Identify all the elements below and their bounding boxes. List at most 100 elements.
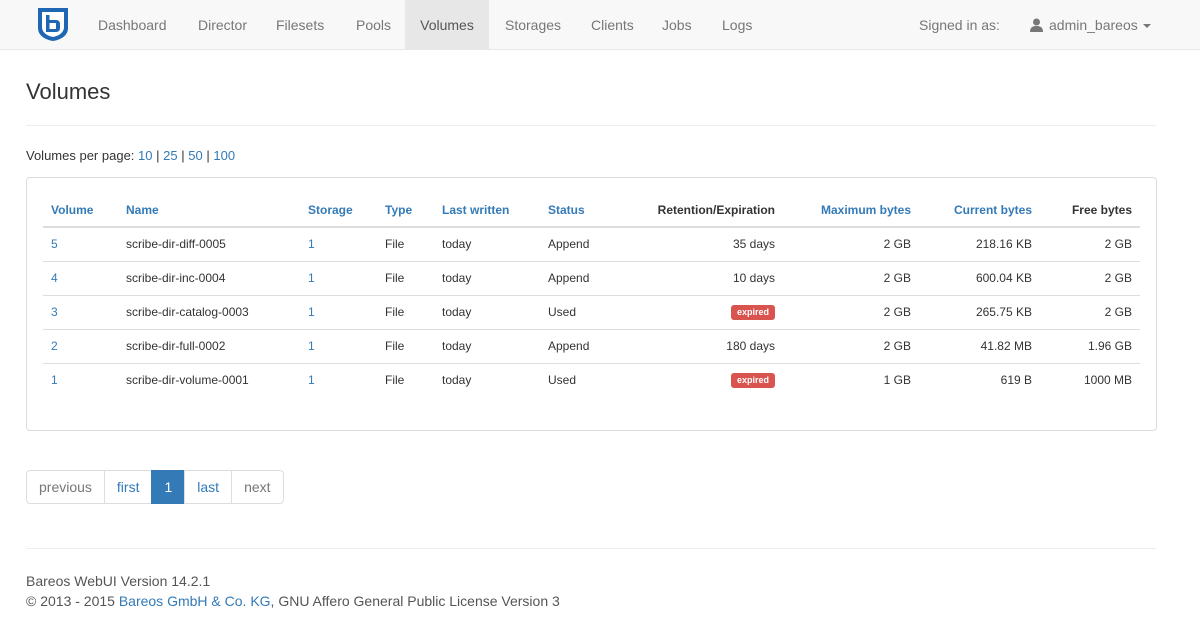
volume-type: File (377, 294, 434, 329)
nav-dashboard[interactable]: Dashboard (84, 0, 181, 50)
volume-name: scribe-dir-volume-0001 (118, 362, 300, 397)
col-type[interactable]: Type (377, 193, 434, 228)
max-bytes: 2 GB (783, 260, 919, 295)
table-row: 4 scribe-dir-inc-0004 1 File today Appen… (43, 260, 1140, 295)
last-written: today (434, 328, 540, 363)
max-bytes: 2 GB (883, 237, 911, 252)
nav-director[interactable]: Director (184, 0, 261, 50)
volume-link[interactable]: 5 (51, 237, 58, 251)
retention: expired (629, 362, 783, 397)
pagination-last[interactable]: last (184, 470, 233, 504)
volumes-table: Volume Name Storage Type Last written St… (43, 193, 1140, 397)
last-written: today (442, 237, 472, 252)
volume-link[interactable]: 2 (51, 339, 58, 353)
pagination-next[interactable]: next (231, 470, 284, 504)
volume-link[interactable]: 3 (51, 305, 58, 319)
company-link[interactable]: Bareos GmbH & Co. KG (119, 593, 271, 609)
nav-logs[interactable]: Logs (708, 0, 766, 50)
volume-type: File (377, 260, 434, 295)
per-page-50[interactable]: 50 (188, 148, 202, 163)
title-divider (26, 125, 1156, 126)
max-bytes: 1 GB (783, 362, 919, 397)
volume-status: Append (540, 328, 629, 363)
expired-badge: expired (730, 373, 775, 389)
volume-status: Append (540, 260, 629, 295)
license-text: , GNU Affero General Public License Vers… (270, 593, 560, 609)
max-bytes: 2 GB (783, 328, 919, 363)
current-bytes: 218.16 KB (975, 237, 1032, 252)
volumes-per-page: Volumes per page: 10 | 25 | 50 | 100 (26, 148, 235, 163)
last-written: today (434, 260, 540, 295)
storage-link[interactable]: 1 (308, 373, 315, 387)
nav-filesets[interactable]: Filesets (262, 0, 338, 50)
volume-status: Append (548, 237, 590, 252)
pagination-first[interactable]: first (103, 470, 153, 504)
table-row: 1 scribe-dir-volume-0001 1 File today Us… (43, 362, 1140, 397)
table-row: 5 scribe-dir-diff-0005 1 File today Appe… (43, 227, 1140, 261)
top-navbar: Dashboard Director Filesets Pools Volume… (0, 0, 1200, 50)
volume-name: scribe-dir-full-0002 (118, 328, 300, 363)
col-current-bytes[interactable]: Current bytes (919, 193, 1040, 228)
volume-status: Used (540, 294, 629, 329)
volume-name: scribe-dir-inc-0004 (118, 260, 300, 295)
free-bytes: 2 GB (1040, 260, 1140, 295)
free-bytes: 2 GB (1104, 237, 1132, 252)
separator: | (206, 148, 210, 163)
last-written: today (434, 362, 540, 397)
col-volume[interactable]: Volume (43, 193, 118, 228)
current-bytes: 600.04 KB (919, 260, 1040, 295)
col-free-bytes: Free bytes (1040, 193, 1140, 228)
col-last-written[interactable]: Last written (434, 193, 540, 228)
username: admin_bareos (1049, 17, 1138, 33)
footer: Bareos WebUI Version 14.2.1 © 2013 - 201… (26, 571, 560, 611)
col-retention: Retention/Expiration (629, 193, 783, 228)
volume-name: scribe-dir-diff-0005 (126, 237, 226, 252)
retention: 10 days (629, 260, 783, 295)
storage-link[interactable]: 1 (308, 305, 315, 319)
user-menu-dropdown[interactable]: admin_bareos (1030, 0, 1151, 50)
footer-version: Bareos WebUI Version 14.2.1 (26, 573, 211, 589)
storage-link[interactable]: 1 (308, 237, 315, 251)
pagination-previous[interactable]: previous (26, 470, 105, 504)
volume-link[interactable]: 1 (51, 373, 58, 387)
col-status[interactable]: Status (540, 193, 629, 228)
per-page-10[interactable]: 10 (138, 148, 152, 163)
nav-jobs[interactable]: Jobs (648, 0, 706, 50)
table-header-row: Volume Name Storage Type Last written St… (43, 193, 1140, 228)
table-row: 2 scribe-dir-full-0002 1 File today Appe… (43, 328, 1140, 363)
volume-type: File (377, 362, 434, 397)
volume-link[interactable]: 4 (51, 271, 58, 285)
volume-type: File (385, 237, 405, 252)
storage-link[interactable]: 1 (308, 271, 315, 285)
nav-clients[interactable]: Clients (577, 0, 648, 50)
nav-storages[interactable]: Storages (491, 0, 575, 50)
separator: | (181, 148, 185, 163)
storage-link[interactable]: 1 (308, 339, 315, 353)
current-bytes: 265.75 KB (919, 294, 1040, 329)
volume-type: File (377, 328, 434, 363)
user-icon (1030, 18, 1043, 32)
per-page-25[interactable]: 25 (163, 148, 177, 163)
col-name[interactable]: Name (118, 193, 300, 228)
free-bytes: 1.96 GB (1040, 328, 1140, 363)
bareos-logo-icon[interactable] (36, 6, 70, 42)
current-bytes: 619 B (919, 362, 1040, 397)
last-written: today (434, 294, 540, 329)
separator: | (156, 148, 160, 163)
volume-status: Used (540, 362, 629, 397)
current-bytes: 41.82 MB (919, 328, 1040, 363)
chevron-down-icon (1142, 24, 1151, 28)
nav-volumes[interactable]: Volumes (405, 0, 489, 50)
footer-copyright: © 2013 - 2015 Bareos GmbH & Co. KG, GNU … (26, 591, 560, 611)
nav-pools[interactable]: Pools (342, 0, 405, 50)
col-storage[interactable]: Storage (300, 193, 377, 228)
page-title: Volumes (26, 79, 111, 104)
footer-divider (26, 548, 1156, 549)
volume-name: scribe-dir-catalog-0003 (118, 294, 300, 329)
pagination-page-1[interactable]: 1 (151, 470, 186, 504)
per-page-label: Volumes per page: (26, 148, 135, 163)
volumes-panel: Volume Name Storage Type Last written St… (26, 177, 1157, 431)
col-maximum-bytes[interactable]: Maximum bytes (783, 193, 919, 228)
per-page-100[interactable]: 100 (213, 148, 235, 163)
max-bytes: 2 GB (783, 294, 919, 329)
